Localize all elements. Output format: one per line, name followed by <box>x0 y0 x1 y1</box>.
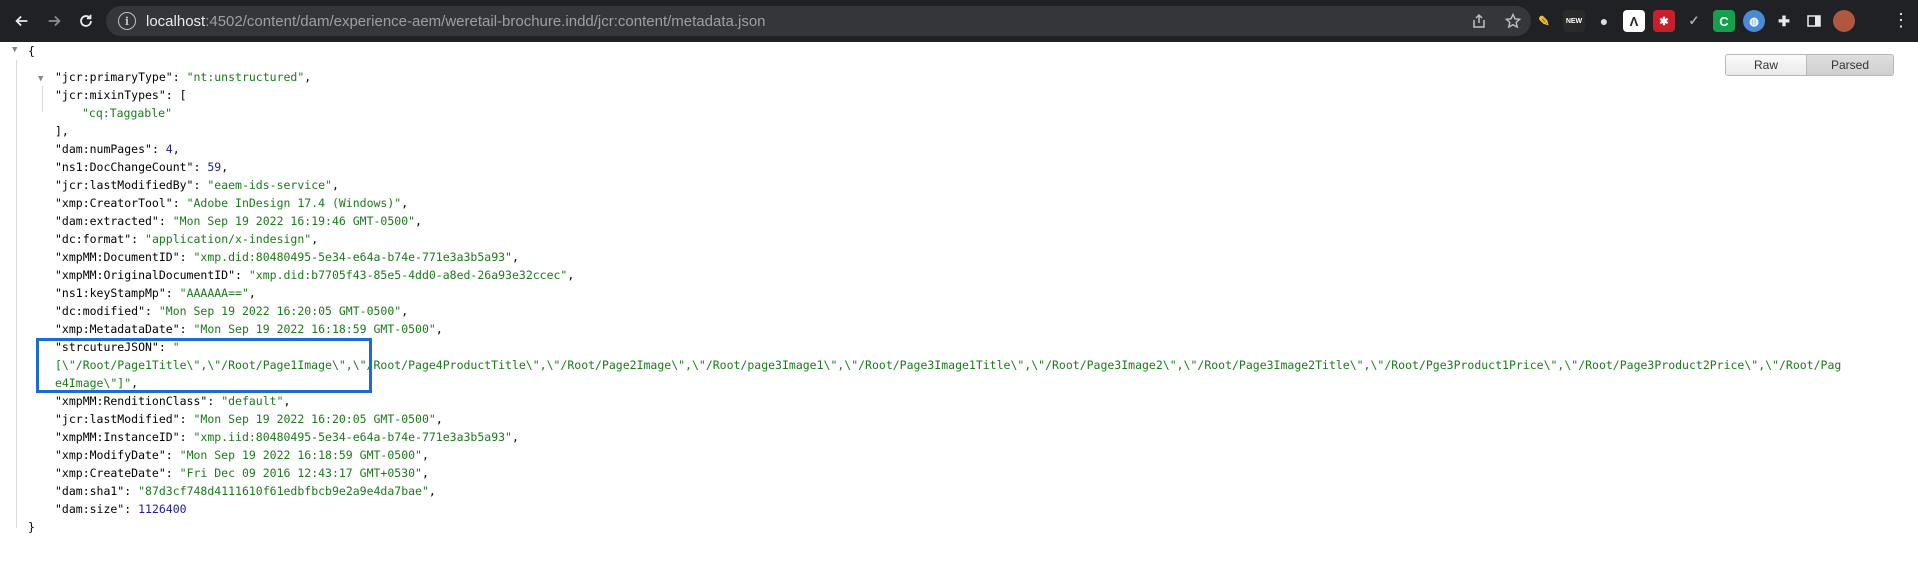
json-entry: "dam:numPages": 4, <box>55 142 180 156</box>
json-key: "dam:extracted" <box>55 214 159 228</box>
view-mode-toggle: Raw Parsed <box>1725 54 1894 76</box>
json-entry: "cq:Taggable" <box>82 104 172 122</box>
json-value: "cq:Taggable" <box>82 106 173 120</box>
forward-arrow-icon[interactable] <box>40 7 68 35</box>
share-icon[interactable] <box>1469 11 1489 31</box>
close-brace: } <box>28 520 35 534</box>
json-key: "xmp:ModifyDate" <box>55 448 166 462</box>
json-key: "xmp:CreateDate" <box>55 466 166 480</box>
json-key: "xmpMM:DocumentID" <box>55 250 180 264</box>
json-entry: "dc:modified": "Mon Sep 19 2022 16:20:05… <box>55 304 409 318</box>
json-value: "AAAAAA==" <box>179 286 249 300</box>
json-entry: "dc:format": "application/x-indesign", <box>55 232 319 246</box>
json-value: "xmp.iid:80480495-5e34-e64a-b74e-771e3a3… <box>193 430 512 444</box>
json-value: 59 <box>207 160 222 174</box>
json-value: "Adobe InDesign 17.4 (Windows)" <box>186 196 402 210</box>
json-entry: "ns1:keyStampMp": "AAAAAA==", <box>55 286 256 300</box>
json-key: "dc:format" <box>55 232 132 246</box>
side-panel-icon[interactable] <box>1803 10 1825 32</box>
indent-guide <box>16 60 17 528</box>
mixin-close-bracket: ], <box>55 124 69 138</box>
json-entry: "jcr:primaryType": "nt:unstructured", <box>55 70 312 84</box>
grammarly-c-extension-icon[interactable]: C <box>1713 10 1735 32</box>
json-entry: "jcr:lastModifiedBy": "eaem-ids-service"… <box>55 178 339 192</box>
url-path: :4502/content/dam/experience-aem/weretai… <box>205 12 766 30</box>
json-value: "Mon Sep 19 2022 16:18:59 GMT-0500" <box>193 322 436 336</box>
json-entry: "jcr:lastModified": "Mon Sep 19 2022 16:… <box>55 412 443 426</box>
json-key: "jcr:mixinTypes" <box>55 88 166 102</box>
new-extension-icon[interactable]: NEW <box>1563 10 1585 32</box>
json-key: "jcr:lastModifiedBy" <box>55 178 194 192</box>
adobe-a-extension-icon[interactable]: Λ <box>1623 10 1645 32</box>
json-key: "dam:numPages" <box>55 142 152 156</box>
json-key: "jcr:primaryType" <box>55 70 173 84</box>
json-entry: "xmp:MetadataDate": "Mon Sep 19 2022 16:… <box>55 322 443 336</box>
json-key: "dam:size" <box>55 502 125 516</box>
address-bar[interactable]: i localhost:4502/content/dam/experience-… <box>106 6 1531 36</box>
json-entry: "dam:size": 1126400 <box>55 502 187 516</box>
json-value: "Mon Sep 19 2022 16:18:59 GMT-0500" <box>179 448 422 462</box>
collapse-root-icon[interactable]: ▼ <box>12 45 17 55</box>
json-key: "jcr:lastModified" <box>55 412 180 426</box>
raw-button[interactable]: Raw <box>1726 55 1807 75</box>
bird-extension-icon[interactable]: ✓ <box>1683 10 1705 32</box>
json-entry: "dam:sha1": "87d3cf748d4111610f61edbfbcb… <box>55 484 436 498</box>
spy-extension-icon[interactable]: ● <box>1593 10 1615 32</box>
json-value: 1126400 <box>138 502 187 516</box>
json-entry: "xmpMM:DocumentID": "xmp.did:80480495-5e… <box>55 250 519 264</box>
json-entry: "xmpMM:OriginalDocumentID": "xmp.did:b77… <box>55 268 575 282</box>
reload-icon[interactable] <box>72 7 100 35</box>
site-info-icon[interactable]: i <box>118 12 136 30</box>
globe-extension-icon[interactable]: ◍ <box>1743 10 1765 32</box>
json-key: "dam:sha1" <box>55 484 125 498</box>
json-value: "xmp.did:80480495-5e34-e64a-b74e-771e3a3… <box>193 250 512 264</box>
json-entry: "xmp:ModifyDate": "Mon Sep 19 2022 16:18… <box>55 448 429 462</box>
json-key: "xmpMM:OriginalDocumentID" <box>55 268 236 282</box>
json-key: "ns1:keyStampMp" <box>55 286 166 300</box>
json-value: 4 <box>165 142 173 156</box>
collapse-mixintypes-icon[interactable]: ▼ <box>38 74 43 84</box>
json-entry: "xmpMM:RenditionClass": "default", <box>55 394 291 408</box>
browser-toolbar: i localhost:4502/content/dam/experience-… <box>0 0 1918 42</box>
json-value: "Mon Sep 19 2022 16:20:05 GMT-0500" <box>158 304 402 318</box>
highlight-box <box>36 338 372 393</box>
indent-guide <box>42 86 43 112</box>
url-host: localhost <box>146 12 206 30</box>
json-value: "Fri Dec 09 2016 12:43:17 GMT+0530" <box>179 466 422 480</box>
json-entry: "xmp:CreateDate": "Fri Dec 09 2016 12:43… <box>55 466 429 480</box>
json-entry: "xmp:CreatorTool": "Adobe InDesign 17.4 … <box>55 196 409 210</box>
json-value: "nt:unstructured" <box>186 70 305 84</box>
puzzle-extensions-icon[interactable]: ✚ <box>1773 10 1795 32</box>
json-value: "Mon Sep 19 2022 16:20:05 GMT-0500" <box>193 412 436 426</box>
json-value: "87d3cf748d4111610f61edbfbcb9e2a9e4da7ba… <box>138 484 429 498</box>
json-key: "xmp:MetadataDate" <box>55 322 180 336</box>
json-entry: "jcr:mixinTypes": [ <box>55 88 187 102</box>
json-value: "eaem-ids-service" <box>207 178 332 192</box>
paintbrush-extension-icon[interactable]: ✎ <box>1533 10 1555 32</box>
json-key: "ns1:DocChangeCount" <box>55 160 194 174</box>
bookmark-star-icon[interactable] <box>1503 11 1523 31</box>
json-value: [ <box>179 88 187 102</box>
json-entry: "xmpMM:InstanceID": "xmp.iid:80480495-5e… <box>55 430 519 444</box>
json-key: "dc:modified" <box>55 304 146 318</box>
json-viewer: Raw Parsed ▼ ▼ { "jcr:primaryType": "nt:… <box>0 42 1918 561</box>
more-options-icon[interactable]: ⋮ <box>1892 10 1910 30</box>
json-key: "xmpMM:RenditionClass" <box>55 394 208 408</box>
parsed-button[interactable]: Parsed <box>1807 55 1893 75</box>
open-brace: { <box>28 44 35 58</box>
json-value: "default" <box>221 394 284 408</box>
back-arrow-icon[interactable] <box>8 7 36 35</box>
profile-avatar[interactable] <box>1833 10 1855 32</box>
json-value: "xmp.did:b7705f43-85e5-4dd0-a8ed-26a93e3… <box>248 268 568 282</box>
json-value: "application/x-indesign" <box>145 232 312 246</box>
json-value: "Mon Sep 19 2022 16:19:46 GMT-0500" <box>172 214 416 228</box>
url-text[interactable]: localhost:4502/content/dam/experience-ae… <box>146 13 766 30</box>
extensions-bar: ✎ NEW ● Λ ✱ ✓ C ◍ ✚ <box>1533 10 1855 32</box>
red-extension-icon[interactable]: ✱ <box>1653 10 1675 32</box>
json-entry: "ns1:DocChangeCount": 59, <box>55 160 229 174</box>
json-key: "xmpMM:InstanceID" <box>55 430 180 444</box>
json-entry: "dam:extracted": "Mon Sep 19 2022 16:19:… <box>55 214 422 228</box>
json-key: "xmp:CreatorTool" <box>55 196 173 210</box>
